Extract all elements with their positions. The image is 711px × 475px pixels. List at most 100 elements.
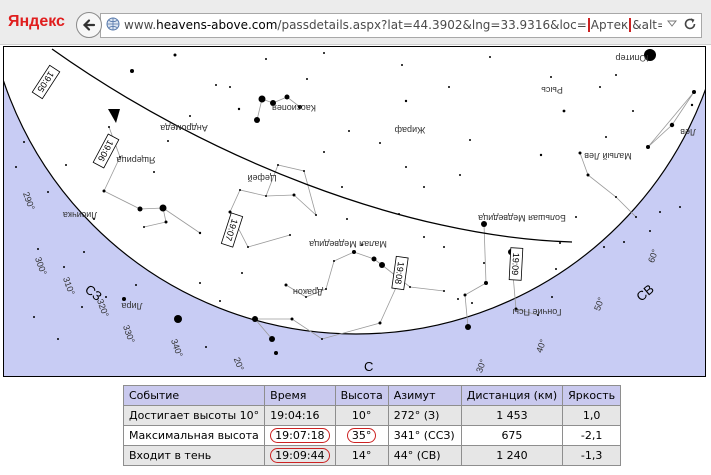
star [83, 251, 85, 253]
star [306, 78, 308, 80]
star [63, 266, 65, 268]
star [559, 242, 561, 244]
url-text[interactable]: www.heavens-above.com/passdetails.aspx?l… [124, 18, 662, 32]
constellation-label: Андромеда [160, 123, 208, 133]
star [321, 338, 323, 340]
star [215, 84, 217, 86]
compass-north: С [364, 359, 373, 374]
star [153, 171, 155, 173]
reload-icon[interactable] [683, 17, 697, 31]
constellation-label: Гончие Псы [513, 307, 562, 317]
header-distance: Дистанция (км) [460, 385, 564, 406]
star [290, 317, 294, 321]
constellation-label: Лев [680, 127, 696, 137]
constellation-label: Дракон [293, 287, 323, 297]
star [15, 166, 17, 168]
star [341, 186, 343, 188]
pass-details-table: Событие Время Высота Азимут Дистанция (к… [122, 385, 622, 466]
star [65, 164, 67, 166]
star [323, 52, 325, 54]
header-event: Событие [122, 385, 266, 406]
star [315, 214, 317, 216]
star [409, 286, 411, 288]
star [346, 218, 348, 220]
time-cell: 19:07:18 [264, 425, 336, 446]
time-mark: 19:09 [508, 247, 524, 281]
star [471, 302, 473, 304]
star [198, 231, 202, 235]
star [404, 99, 408, 103]
star [465, 324, 471, 330]
star [378, 321, 382, 325]
star [189, 115, 191, 117]
event-cell: Достигает высоты 10° [122, 405, 266, 426]
star [690, 103, 694, 107]
circled-time: 19:09:44 [270, 448, 330, 463]
star [258, 95, 266, 103]
constellation-label: Кассиопея [272, 103, 316, 113]
star [599, 86, 601, 88]
event-cell: Максимальная высота [122, 425, 266, 446]
star [47, 191, 49, 193]
star [229, 86, 231, 88]
star [401, 64, 403, 66]
star [578, 151, 582, 155]
star [469, 139, 471, 141]
constellation-label: Жираф [394, 125, 425, 135]
azimuth-cell: 44° (СВ) [387, 445, 462, 466]
dropdown-arrow-icon[interactable] [667, 20, 677, 28]
star [199, 282, 201, 284]
star [623, 241, 625, 243]
star [550, 76, 552, 78]
star [174, 315, 182, 323]
brightness-cell: -2,1 [562, 425, 622, 446]
star [605, 136, 607, 138]
star [463, 293, 467, 297]
star [646, 145, 650, 149]
azimuth-cell: 341° (ССЗ) [387, 425, 462, 446]
star [489, 56, 491, 58]
star [603, 246, 605, 248]
star [586, 173, 590, 177]
constellation-label: Ящерица [116, 155, 155, 165]
star [247, 246, 249, 248]
star [669, 122, 675, 128]
back-arrow-icon [82, 19, 96, 31]
star [457, 298, 459, 300]
star [241, 272, 243, 274]
header-brightness: Яркость [562, 385, 622, 406]
star [102, 189, 106, 193]
globe-icon [106, 17, 120, 31]
star [265, 195, 267, 197]
star [484, 281, 488, 285]
star [423, 186, 425, 188]
constellation-label: Малая Медведица [309, 239, 387, 249]
star [265, 58, 267, 60]
star [164, 220, 168, 224]
distance-cell: 1 453 [460, 405, 564, 426]
star [237, 107, 241, 111]
browser-toolbar: Яндекс www.heavens-above.com/passdetails… [0, 0, 711, 45]
circled-altitude: 35° [346, 428, 377, 443]
star [443, 290, 445, 292]
star [122, 297, 126, 301]
star [135, 284, 137, 286]
sky-chart: 19:05 19:06 19:07 19:08 19:09 Юпитер Рысь Лев М… [3, 46, 706, 377]
back-button[interactable] [76, 12, 102, 38]
constellation-label: Лисичка [63, 210, 97, 220]
star [551, 296, 553, 298]
circled-time: 19:07:18 [270, 428, 330, 443]
star [289, 234, 291, 236]
constellation-label: Большая Медведица [478, 213, 566, 223]
star [269, 336, 275, 342]
star [692, 90, 696, 94]
header-azimuth: Азимут [387, 385, 462, 406]
star [443, 246, 445, 248]
star [137, 206, 143, 212]
star [539, 153, 543, 157]
yandex-logo[interactable]: Яндекс [8, 13, 65, 31]
star [274, 351, 278, 355]
star [632, 110, 634, 112]
constellation-label: Лира [122, 301, 143, 311]
star [323, 151, 325, 153]
